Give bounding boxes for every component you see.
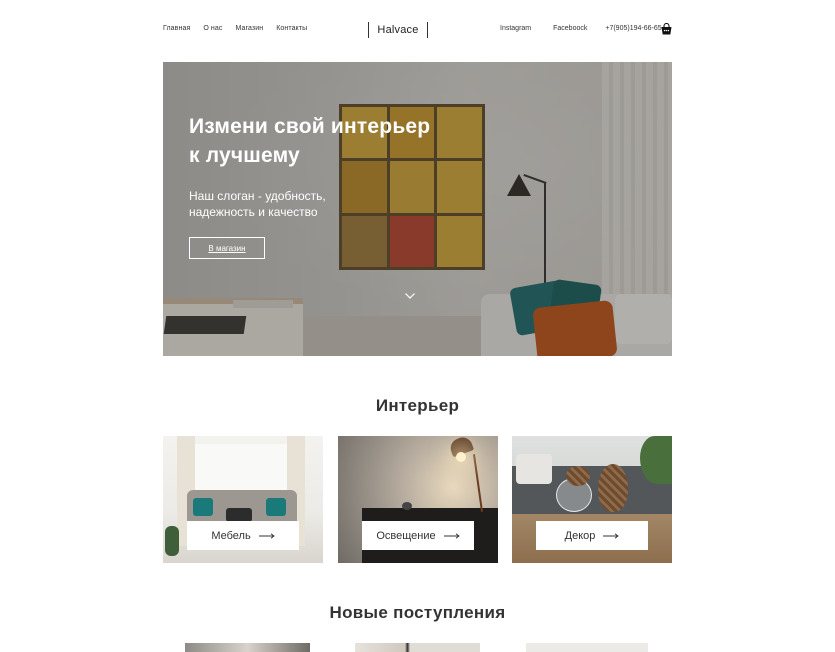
- hero-subtitle-line-1: Наш слоган - удобность,: [189, 189, 326, 203]
- product-thumbnail[interactable]: [355, 643, 480, 652]
- shop-button[interactable]: В магазин: [189, 237, 265, 259]
- card-plant: [165, 526, 179, 556]
- category-card-furniture[interactable]: Мебель: [163, 436, 323, 563]
- hero-title: Измени свой интерьер к лучшему: [189, 112, 430, 170]
- furniture-label: Мебель: [211, 529, 251, 542]
- card-pillow-center: [226, 508, 252, 522]
- decor-label-button[interactable]: Декор: [536, 521, 648, 550]
- lighting-label: Освещение: [376, 529, 436, 542]
- card-pillow-left: [193, 498, 213, 516]
- arrow-right-icon: [258, 532, 275, 539]
- hero-title-line-2: к лучшему: [189, 144, 300, 167]
- new-arrivals-section-title: Новые поступления: [329, 603, 506, 622]
- brand-logo[interactable]: Halvace: [368, 22, 428, 38]
- arrow-right-icon: [443, 532, 460, 539]
- card-pinecone-small: [566, 466, 590, 486]
- card-lamp-pole: [472, 454, 484, 512]
- interior-section-title: Интерьер: [375, 396, 460, 415]
- hero-subtitle-line-2: надежность и качество: [189, 205, 318, 219]
- card-pillow-right: [266, 498, 286, 516]
- card-plant: [640, 436, 672, 484]
- phone-link[interactable]: +7(905)194-66-65: [605, 25, 661, 32]
- header-contacts: Instagram Faceboock +7(905)194-66-65: [500, 25, 662, 32]
- product-thumbnail[interactable]: [526, 643, 648, 652]
- nav-about-link[interactable]: О нас: [203, 25, 222, 32]
- hero-title-line-1: Измени свой интерьер: [189, 115, 431, 138]
- decor-label: Декор: [564, 529, 596, 542]
- hero-banner: Измени свой интерьер к лучшему Наш слога…: [163, 62, 672, 356]
- card-table-object: [402, 502, 412, 510]
- category-card-lighting[interactable]: Освещение: [338, 436, 498, 563]
- main-nav: Главная О нас Магазин Контакты: [163, 25, 307, 32]
- category-card-decor[interactable]: Декор: [512, 436, 672, 563]
- product-thumbnail[interactable]: [185, 643, 310, 652]
- site-header: Главная О нас Магазин Контакты Halvace I…: [163, 18, 672, 42]
- hero-subtitle: Наш слоган - удобность, надежность и кач…: [189, 188, 326, 220]
- card-pinecone: [598, 464, 628, 512]
- facebook-link[interactable]: Faceboock: [553, 25, 587, 32]
- nav-contacts-link[interactable]: Контакты: [276, 25, 307, 32]
- arrow-right-icon: [603, 532, 620, 539]
- card-lamp-bulb: [456, 452, 466, 462]
- card-pillow: [516, 454, 552, 484]
- nav-home-link[interactable]: Главная: [163, 25, 190, 32]
- chevron-down-icon[interactable]: [404, 290, 416, 302]
- shopping-bag-icon[interactable]: [661, 23, 672, 35]
- nav-shop-link[interactable]: Магазин: [236, 25, 264, 32]
- lighting-label-button[interactable]: Освещение: [362, 521, 474, 550]
- furniture-label-button[interactable]: Мебель: [187, 521, 299, 550]
- instagram-link[interactable]: Instagram: [500, 25, 531, 32]
